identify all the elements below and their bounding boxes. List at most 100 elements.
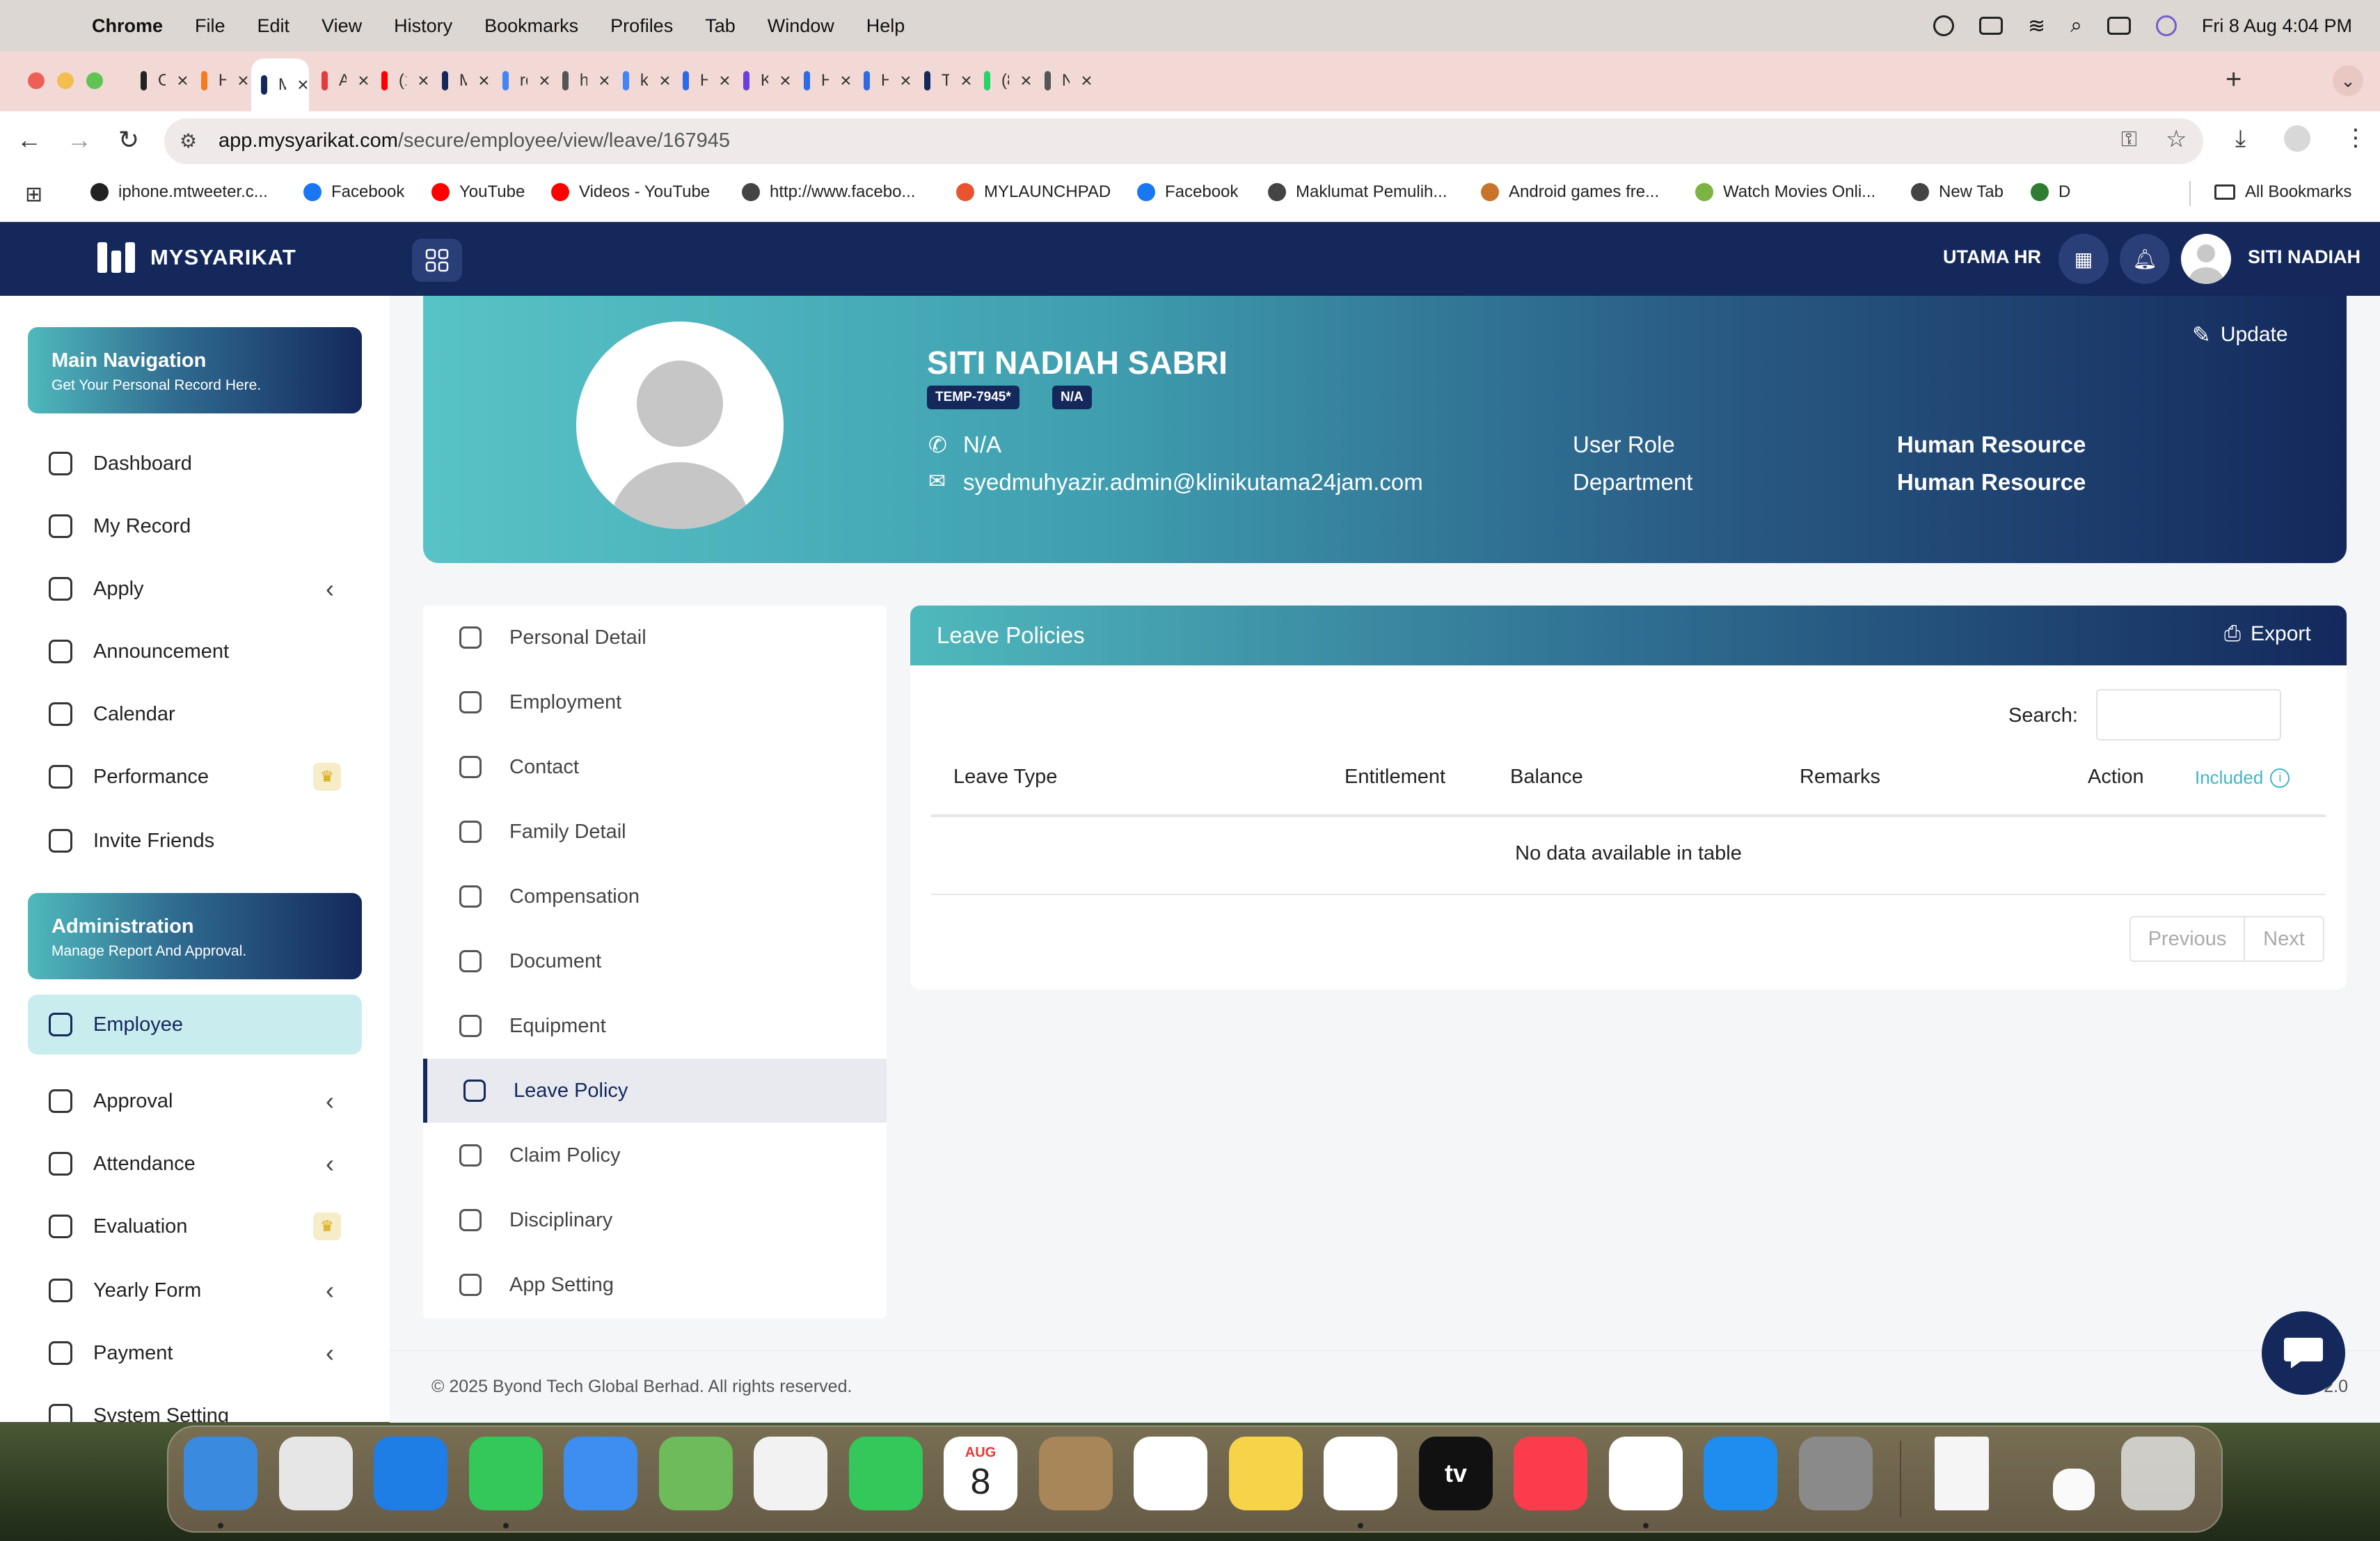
user-avatar[interactable] bbox=[2181, 234, 2231, 284]
window-minimize-button[interactable] bbox=[57, 72, 74, 89]
tab-close-icon[interactable]: × bbox=[478, 70, 489, 92]
bookmark-item[interactable]: New Tab bbox=[1911, 182, 2004, 202]
browser-tab[interactable]: MyS × bbox=[432, 60, 490, 102]
tab-close-icon[interactable]: × bbox=[418, 70, 429, 92]
document-preview-icon[interactable] bbox=[1935, 1437, 1989, 1510]
sidebar-item-employee[interactable]: Employee bbox=[28, 995, 362, 1054]
menu-view[interactable]: View bbox=[322, 15, 362, 37]
menu-window[interactable]: Window bbox=[768, 15, 834, 37]
column-balance[interactable]: Balance bbox=[1510, 766, 1583, 789]
bookmark-item[interactable]: Facebook bbox=[303, 182, 404, 202]
menu-help[interactable]: Help bbox=[866, 15, 905, 37]
siri-icon[interactable] bbox=[2155, 15, 2177, 36]
chrome-icon[interactable] bbox=[1609, 1437, 1683, 1510]
contacts-icon[interactable] bbox=[1039, 1437, 1113, 1510]
update-button[interactable]: ✎ Update bbox=[2192, 322, 2288, 348]
apple-tv-icon[interactable]: tv bbox=[1419, 1437, 1493, 1510]
browser-tab[interactable]: Adm × bbox=[312, 60, 370, 102]
next-page-button[interactable]: Next bbox=[2244, 916, 2324, 962]
browser-tab[interactable]: Hon × bbox=[794, 60, 852, 102]
browser-tab[interactable]: (87) × bbox=[974, 60, 1032, 102]
tab-close-icon[interactable]: × bbox=[659, 70, 670, 92]
reload-icon[interactable]: ↻ bbox=[118, 125, 139, 155]
column-remarks[interactable]: Remarks bbox=[1800, 766, 1880, 789]
tab-family-detail[interactable]: Family Detail bbox=[423, 800, 887, 864]
site-info-icon[interactable]: ⚙ bbox=[180, 129, 197, 152]
menu-history[interactable]: History bbox=[394, 15, 452, 37]
bookmark-item[interactable]: iphone.mtweeter.c... bbox=[90, 182, 268, 202]
bookmark-item[interactable]: Watch Movies Onli... bbox=[1695, 182, 1875, 202]
tab-close-icon[interactable]: × bbox=[840, 70, 851, 92]
column-entitlement[interactable]: Entitlement bbox=[1344, 766, 1445, 789]
facetime-icon[interactable] bbox=[849, 1437, 923, 1510]
tab-close-icon[interactable]: × bbox=[960, 70, 971, 92]
bookmark-item[interactable]: Android games fre... bbox=[1481, 182, 1659, 202]
tab-claim-policy[interactable]: Claim Policy bbox=[423, 1123, 887, 1187]
tab-close-icon[interactable]: × bbox=[900, 70, 911, 92]
included-toggle[interactable]: Included i bbox=[2195, 767, 2290, 789]
sidebar-item-apply[interactable]: Apply ‹ bbox=[28, 559, 362, 619]
apps-grid-icon[interactable]: ⊞ bbox=[25, 182, 42, 207]
sidebar-item-system-setting[interactable]: System Setting bbox=[28, 1386, 362, 1422]
menubar-clock[interactable]: Fri 8 Aug 4:04 PM bbox=[2202, 15, 2352, 37]
browser-tab[interactable]: hr-s × bbox=[553, 60, 610, 102]
safari-icon[interactable] bbox=[374, 1437, 447, 1510]
bookmark-star-icon[interactable]: ☆ bbox=[2166, 125, 2187, 153]
browser-tab[interactable]: KUA × bbox=[733, 60, 791, 102]
bookmark-item[interactable]: Maklumat Pemulih... bbox=[1268, 182, 1447, 202]
search-input[interactable] bbox=[2096, 689, 2281, 741]
wifi-icon[interactable]: ≋ bbox=[2028, 14, 2045, 38]
spotlight-search-icon[interactable]: ⌕ bbox=[2070, 14, 2082, 38]
photos-icon[interactable] bbox=[754, 1437, 827, 1510]
tab-app-setting[interactable]: App Setting bbox=[423, 1253, 887, 1317]
browser-tab[interactable]: (10) × bbox=[372, 60, 429, 102]
new-tab-icon[interactable]: + bbox=[2226, 64, 2242, 95]
tab-close-icon[interactable]: × bbox=[237, 70, 248, 92]
system-settings-icon[interactable] bbox=[1799, 1437, 1873, 1510]
sidebar-item-approval[interactable]: Approval ‹ bbox=[28, 1071, 362, 1131]
browser-tab[interactable]: Tuto × bbox=[914, 60, 972, 102]
freeform-icon[interactable] bbox=[1324, 1437, 1397, 1510]
reminders-icon[interactable] bbox=[1134, 1437, 1207, 1510]
sidebar-item-calendar[interactable]: Calendar bbox=[28, 684, 362, 744]
tab-search-icon[interactable]: ⌄ bbox=[2333, 65, 2363, 96]
browser-tab[interactable]: HR × bbox=[854, 60, 912, 102]
company-switch-button[interactable]: ▦ bbox=[2058, 234, 2109, 284]
app-switcher-button[interactable] bbox=[412, 239, 462, 282]
browser-tab[interactable]: HRS × bbox=[191, 60, 249, 102]
tab-leave-policy[interactable]: Leave Policy bbox=[423, 1059, 887, 1123]
bookmark-item[interactable]: http://www.facebo... bbox=[742, 182, 915, 202]
notifications-button[interactable]: 🔔︎ bbox=[2120, 234, 2170, 284]
trash-icon[interactable] bbox=[2121, 1437, 2195, 1510]
sidebar-item-yearly-form[interactable]: Yearly Form ‹ bbox=[28, 1261, 362, 1320]
all-bookmarks-folder[interactable]: All Bookmarks bbox=[2214, 182, 2351, 202]
url-text[interactable]: app.mysyarikat.com/secure/employee/view/… bbox=[219, 129, 730, 152]
menu-profiles[interactable]: Profiles bbox=[610, 15, 673, 37]
browser-tab[interactable]: Hon × bbox=[673, 60, 731, 102]
notes-icon[interactable] bbox=[1229, 1437, 1303, 1510]
menu-edit[interactable]: Edit bbox=[257, 15, 290, 37]
bookmark-item[interactable]: D bbox=[2031, 182, 2070, 202]
calendar-icon[interactable]: AUG 8 bbox=[944, 1437, 1017, 1510]
control-center-icon[interactable] bbox=[2107, 17, 2131, 35]
menu-bookmarks[interactable]: Bookmarks bbox=[484, 15, 578, 37]
previous-page-button[interactable]: Previous bbox=[2129, 916, 2245, 962]
window-close-button[interactable] bbox=[28, 72, 45, 89]
sidebar-item-invite-friends[interactable]: Invite Friends bbox=[28, 811, 362, 871]
bookmark-item[interactable]: Facebook bbox=[1137, 182, 1238, 202]
tab-compensation[interactable]: Compensation bbox=[423, 864, 887, 928]
maps-icon[interactable] bbox=[659, 1437, 733, 1510]
browser-tab[interactable]: repl × bbox=[493, 60, 550, 102]
sidebar-item-attendance[interactable]: Attendance ‹ bbox=[28, 1134, 362, 1194]
sidebar-item-payment[interactable]: Payment ‹ bbox=[28, 1323, 362, 1383]
battery-icon[interactable] bbox=[1978, 17, 2003, 35]
tab-close-icon[interactable]: × bbox=[358, 70, 369, 92]
header-username[interactable]: SITI NADIAH bbox=[2248, 246, 2361, 268]
sidebar-item-announcement[interactable]: Announcement bbox=[28, 622, 362, 681]
sidebar-item-evaluation[interactable]: Evaluation ♛ bbox=[28, 1196, 362, 1256]
tab-close-icon[interactable]: × bbox=[1081, 70, 1092, 92]
tab-disciplinary[interactable]: Disciplinary bbox=[423, 1188, 887, 1252]
window-zoom-button[interactable] bbox=[86, 72, 103, 89]
live-chat-button[interactable] bbox=[2262, 1311, 2345, 1395]
tab-personal-detail[interactable]: Personal Detail bbox=[423, 606, 887, 670]
